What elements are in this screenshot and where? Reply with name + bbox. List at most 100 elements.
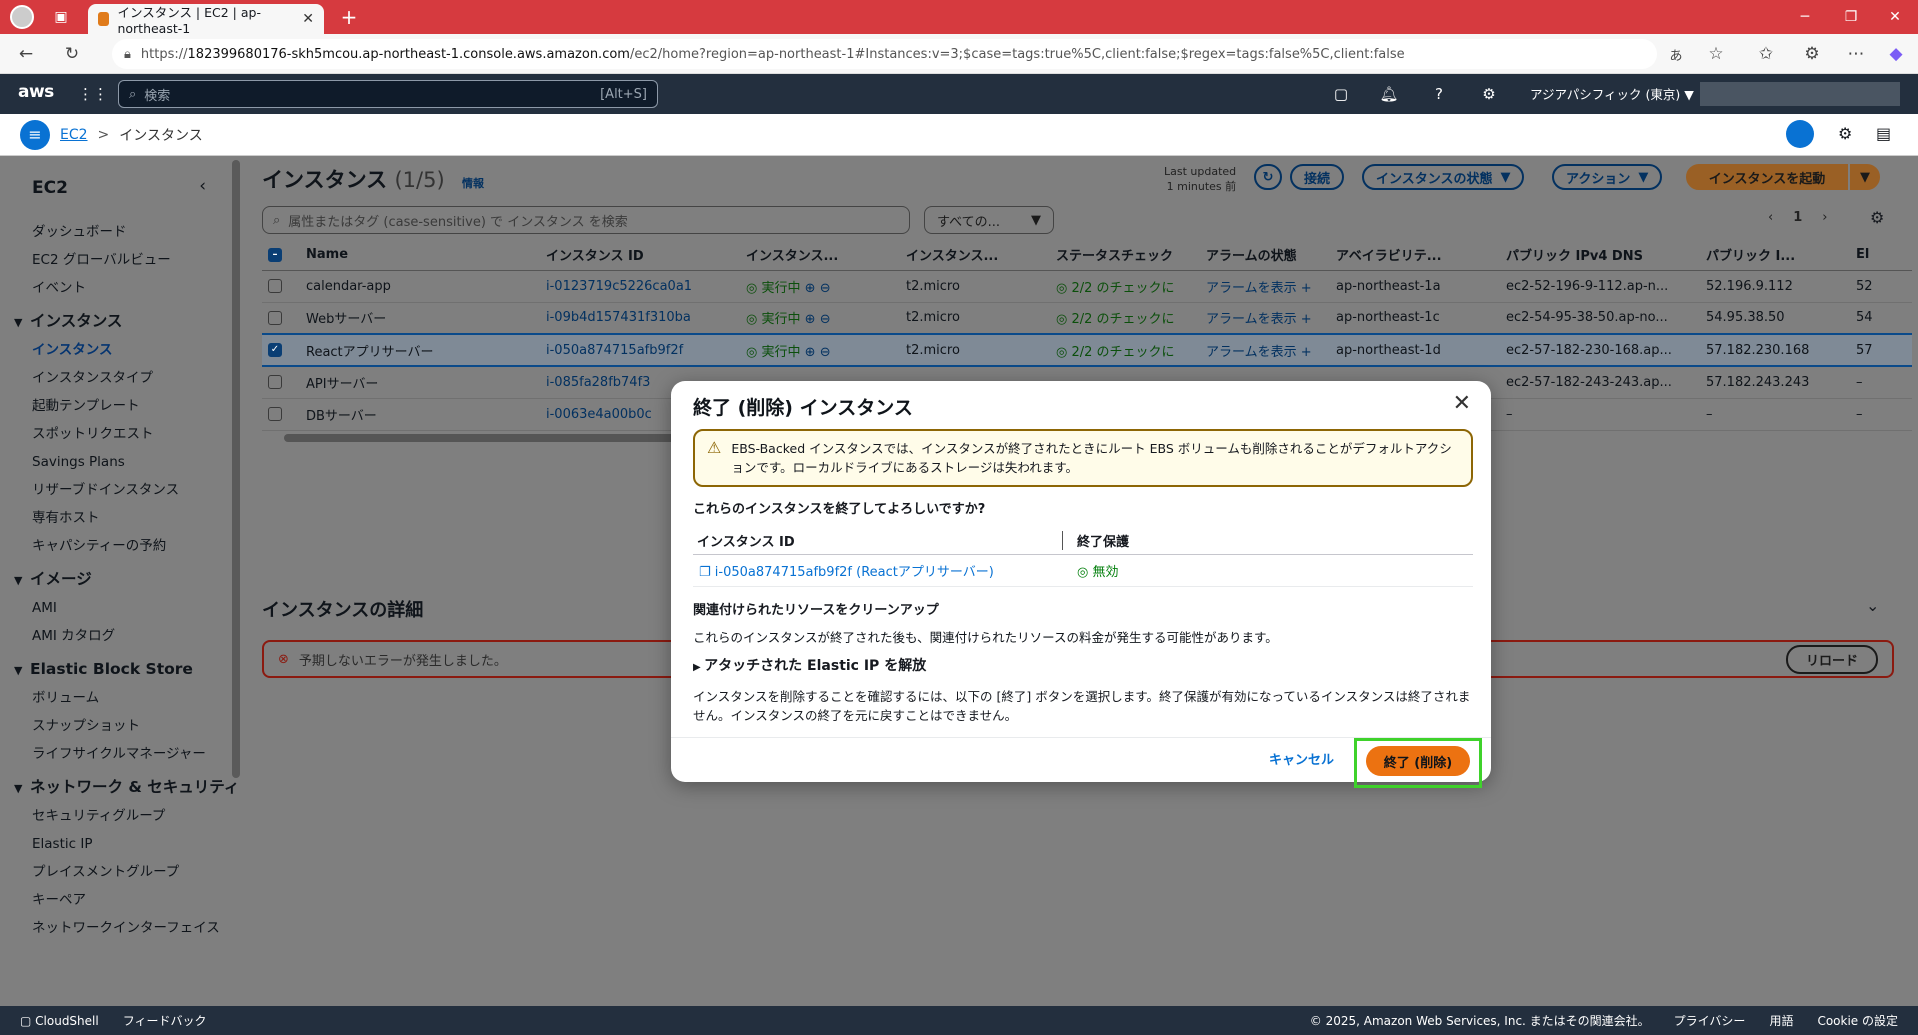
col-az[interactable]: アベイラビリテ... xyxy=(1330,240,1500,271)
sidebar-item-network-interfaces[interactable]: ネットワークインターフェイス xyxy=(0,914,244,942)
col-instance-type[interactable]: インスタンス... xyxy=(900,240,1050,271)
terms-link[interactable]: 用語 xyxy=(1769,1012,1793,1029)
cloudshell-icon[interactable]: ▢ xyxy=(1326,80,1356,108)
sidebar-item-dashboard[interactable]: ダッシュボード xyxy=(0,218,244,246)
row-checkbox[interactable] xyxy=(268,407,282,421)
translate-icon[interactable]: あ xyxy=(1660,38,1692,70)
cell-alarm[interactable]: アラームを表示 + xyxy=(1200,270,1330,303)
url-field[interactable]: 🔒︎ https://182399680176-skh5mcou.ap-nort… xyxy=(112,39,1657,69)
gear-outline-icon[interactable]: ⚙ xyxy=(1838,124,1852,143)
browser-tab[interactable]: インスタンス | EC2 | ap-northeast-1 ✕ xyxy=(88,4,324,36)
sidebar-item-instances[interactable]: インスタンス xyxy=(0,336,244,364)
row-select-cell[interactable]: ✓ xyxy=(262,333,300,367)
alarm-link[interactable]: アラームを表示 xyxy=(1206,281,1297,296)
col-status-check[interactable]: ステータスチェック xyxy=(1050,240,1200,271)
account-menu[interactable] xyxy=(1700,82,1900,106)
alarm-link[interactable]: アラームを表示 xyxy=(1206,312,1297,327)
row-select-cell[interactable] xyxy=(262,270,300,303)
launch-dropdown-button[interactable]: ▼ xyxy=(1850,164,1880,190)
sidebar-scrollbar[interactable] xyxy=(232,160,240,778)
plus-icon[interactable]: + xyxy=(1301,312,1312,327)
col-alarm[interactable]: アラームの状態 xyxy=(1200,240,1330,271)
refresh-button[interactable]: ↻ xyxy=(1254,164,1282,190)
actions-button[interactable]: アクション ▼ xyxy=(1552,164,1663,190)
cookie-settings-link[interactable]: Cookie の設定 xyxy=(1817,1012,1898,1029)
sidebar-item-lifecycle-manager[interactable]: ライフサイクルマネージャー xyxy=(0,740,244,768)
sidebar-section-ebs[interactable]: ▼ Elastic Block Store xyxy=(0,654,244,684)
table-settings-icon[interactable]: ⚙ xyxy=(1870,208,1884,227)
col-instance-state[interactable]: インスタンス... xyxy=(740,240,900,271)
table-row[interactable]: Webサーバー i-09b4d157431f310ba ◎ 実行中 ⊕ ⊖ t2… xyxy=(262,302,1912,335)
cell-instance-id[interactable]: i-0123719c5226ca0a1 xyxy=(540,270,740,303)
row-select-cell[interactable] xyxy=(262,366,300,399)
restore-icon[interactable]: ❐ xyxy=(1836,2,1866,32)
services-grid-icon[interactable]: ⋮⋮ xyxy=(78,80,108,108)
breadcrumb-ec2[interactable]: EC2 xyxy=(60,127,88,143)
reload-button[interactable]: リロード xyxy=(1785,644,1878,674)
instance-search-input[interactable]: ⌕ 属性またはタグ (case-sensitive) で インスタンス を検索 xyxy=(262,206,910,234)
menu-hamburger-icon[interactable]: ≡ xyxy=(20,119,50,150)
next-page-icon[interactable]: › xyxy=(1822,210,1827,225)
cloudshell-link[interactable]: ▢ CloudShell xyxy=(20,1014,99,1028)
zoom-in-icon[interactable]: ⊕ xyxy=(805,281,816,296)
info-link[interactable]: 情報 xyxy=(462,177,484,190)
sidebar-item-placement-groups[interactable]: プレイスメントグループ xyxy=(0,858,244,886)
privacy-link[interactable]: プライバシー xyxy=(1674,1012,1746,1029)
sidebar-item-global-view[interactable]: EC2 グローバルビュー xyxy=(0,246,244,274)
sidebar-section-network[interactable]: ▼ ネットワーク & セキュリティ xyxy=(0,772,244,802)
close-window-icon[interactable]: ✕ xyxy=(1880,2,1910,32)
release-elastic-ip-expander[interactable]: ▶ アタッチされた Elastic IP を解放 xyxy=(693,655,926,675)
launch-instance-button[interactable]: インスタンスを起動 xyxy=(1686,164,1848,190)
sidebar-section-images[interactable]: ▼ イメージ xyxy=(0,564,244,594)
settings-gear-icon[interactable]: ⚙ xyxy=(1474,80,1504,108)
sidebar-item-security-groups[interactable]: セキュリティグループ xyxy=(0,802,244,830)
plus-icon[interactable]: + xyxy=(1301,281,1312,296)
sidebar-item-key-pairs[interactable]: キーペア xyxy=(0,886,244,914)
row-checkbox-checked[interactable]: ✓ xyxy=(268,343,282,357)
table-row-selected[interactable]: ✓ Reactアプリサーバー i-050a874715afb9f2f ◎ 実行中… xyxy=(262,333,1912,367)
zoom-out-icon[interactable]: ⊖ xyxy=(820,281,831,296)
select-all-cell[interactable]: – xyxy=(262,240,300,271)
notifications-bell-icon[interactable]: 🔔︎ xyxy=(1374,80,1404,108)
sidebar-item-ami-catalog[interactable]: AMI カタログ xyxy=(0,622,244,650)
row-select-cell[interactable] xyxy=(262,398,300,431)
instance-state-button[interactable]: インスタンスの状態 ▼ xyxy=(1362,164,1525,190)
cell-instance-id[interactable]: i-050a874715afb9f2f xyxy=(540,333,740,367)
feedback-screen-icon[interactable]: ▤ xyxy=(1876,124,1891,143)
sidebar-item-launch-templates[interactable]: 起動テンプレート xyxy=(0,392,244,420)
table-row[interactable]: calendar-app i-0123719c5226ca0a1 ◎ 実行中 ⊕… xyxy=(262,270,1912,303)
sidebar-item-ami[interactable]: AMI xyxy=(0,594,244,622)
row-checkbox[interactable] xyxy=(268,279,282,293)
col-name[interactable]: Name xyxy=(300,240,540,271)
help-icon[interactable]: ? xyxy=(1424,80,1454,108)
panel-toggle-icon[interactable] xyxy=(1786,120,1814,148)
page-number[interactable]: 1 xyxy=(1793,210,1802,225)
cell-alarm[interactable]: アラームを表示 + xyxy=(1200,302,1330,335)
sidebar-item-capacity-reservations[interactable]: キャパシティーの予約 xyxy=(0,532,244,560)
sidebar-section-instances[interactable]: ▼ インスタンス xyxy=(0,306,244,336)
sidebar-item-dedicated-hosts[interactable]: 専有ホスト xyxy=(0,504,244,532)
details-collapse-icon[interactable]: ⌄ xyxy=(1866,596,1879,615)
sidebar-item-events[interactable]: イベント xyxy=(0,274,244,302)
cell-instance-id[interactable]: i-09b4d157431f310ba xyxy=(540,302,740,335)
region-selector[interactable]: アジアパシフィック (東京) ▼ xyxy=(1530,84,1694,103)
plus-icon[interactable]: + xyxy=(1301,345,1312,360)
close-tab-icon[interactable]: ✕ xyxy=(302,11,314,27)
sidebar-item-savings-plans[interactable]: Savings Plans xyxy=(0,448,244,476)
zoom-in-icon[interactable]: ⊕ xyxy=(805,312,816,327)
cancel-button[interactable]: キャンセル xyxy=(1269,749,1334,768)
row-checkbox[interactable] xyxy=(268,375,282,390)
back-icon[interactable]: ← xyxy=(10,38,42,70)
extensions-icon[interactable]: ⚙ xyxy=(1796,38,1828,70)
reload-icon[interactable]: ↻ xyxy=(56,38,88,70)
aws-logo[interactable]: aws xyxy=(18,82,54,102)
col-elastic-ip[interactable]: El xyxy=(1850,240,1912,271)
zoom-in-icon[interactable]: ⊕ xyxy=(805,345,816,360)
terminate-button[interactable]: 終了 (削除) xyxy=(1366,746,1470,776)
state-filter-select[interactable]: すべての... ▼ xyxy=(924,206,1054,234)
copilot-icon[interactable]: ◆ xyxy=(1880,38,1912,70)
more-menu-icon[interactable]: ⋯ xyxy=(1840,38,1872,70)
connect-button[interactable]: 接続 xyxy=(1290,164,1345,190)
collapse-chevron-icon[interactable]: ‹ xyxy=(199,176,206,196)
instance-link[interactable]: i-050a874715afb9f2f (Reactアプリサーバー) xyxy=(715,565,994,580)
